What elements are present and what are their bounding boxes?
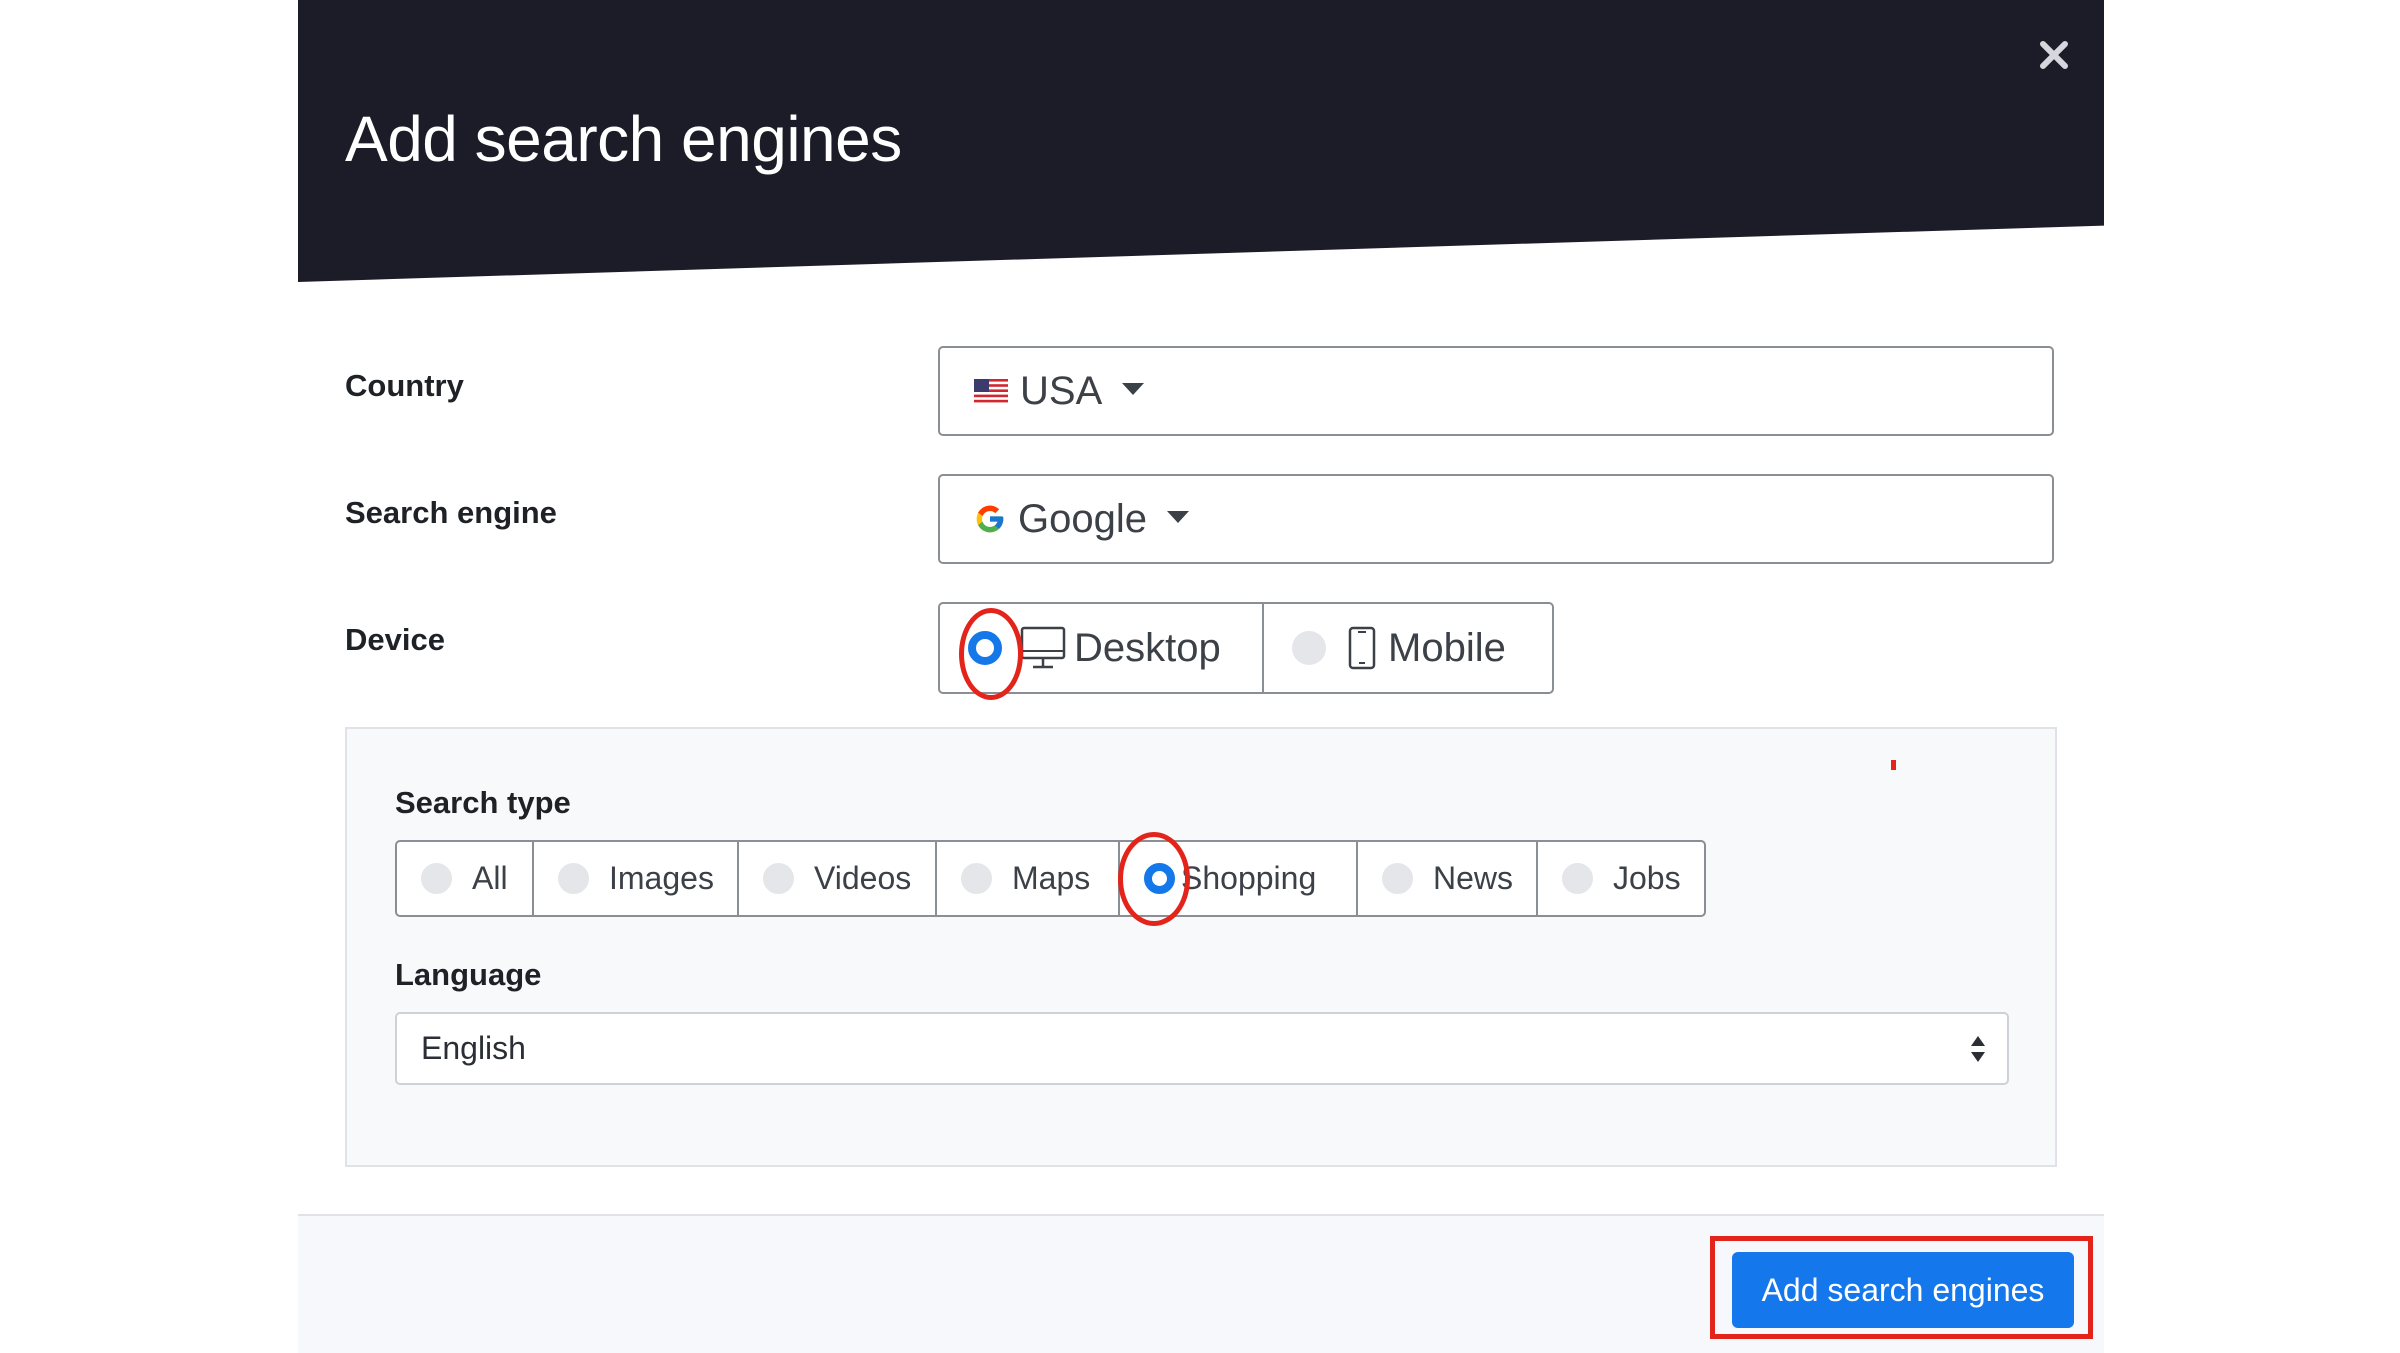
maps-radio[interactable] <box>961 863 992 894</box>
videos-label: Videos <box>814 860 912 896</box>
language-select[interactable]: English <box>395 1012 2009 1085</box>
search-type-shopping[interactable]: Shopping <box>1118 842 1356 915</box>
jobs-radio[interactable] <box>1562 863 1593 894</box>
search-type-label: Search type <box>395 785 571 820</box>
google-logo-icon <box>976 505 1004 533</box>
chevron-down-icon <box>1166 511 1189 523</box>
device-option-desktop[interactable]: Desktop <box>940 604 1262 692</box>
modal-footer: Add search engines <box>298 1214 2104 1353</box>
all-label: All <box>472 860 508 896</box>
chevron-down-icon <box>1122 383 1145 395</box>
shopping-label: Shopping <box>1181 860 1317 896</box>
shopping-radio[interactable] <box>1144 863 1175 894</box>
modal-title: Add search engines <box>345 103 902 175</box>
desktop-label: Desktop <box>1074 625 1221 670</box>
desktop-radio[interactable] <box>968 631 1002 665</box>
search-type-videos[interactable]: Videos <box>737 842 935 915</box>
us-flag-icon <box>974 379 1008 403</box>
search-type-images[interactable]: Images <box>532 842 737 915</box>
country-value: USA <box>1020 368 1103 413</box>
search-engine-label: Search engine <box>345 495 557 530</box>
add-search-engines-button[interactable]: Add search engines <box>1732 1252 2074 1328</box>
search-engine-select[interactable]: Google <box>938 474 2054 564</box>
device-label: Device <box>345 622 445 657</box>
search-type-jobs[interactable]: Jobs <box>1536 842 1704 915</box>
news-radio[interactable] <box>1382 863 1413 894</box>
device-option-mobile[interactable]: Mobile <box>1262 604 1552 692</box>
close-button[interactable] <box>2033 34 2075 76</box>
close-icon <box>2040 41 2068 69</box>
country-label: Country <box>345 368 464 403</box>
search-type-radio-group: All Images Videos Maps Shopping News Job… <box>395 840 1706 917</box>
maps-label: Maps <box>1012 860 1091 896</box>
select-updown-icon <box>1971 1036 1985 1062</box>
search-engine-value: Google <box>1018 496 1147 541</box>
mobile-phone-icon <box>1348 626 1376 670</box>
search-options-panel: Search type All Images Videos Maps Shopp… <box>345 727 2057 1167</box>
jobs-label: Jobs <box>1613 860 1681 896</box>
search-type-news[interactable]: News <box>1356 842 1536 915</box>
annotation-mark <box>1891 760 1896 770</box>
images-label: Images <box>609 860 714 896</box>
desktop-monitor-icon <box>1020 626 1066 669</box>
videos-radio[interactable] <box>763 863 794 894</box>
add-search-engines-modal: Add search engines Country USA Search en… <box>298 0 2104 1353</box>
images-radio[interactable] <box>558 863 589 894</box>
device-radio-group: Desktop Mobile <box>938 602 1554 694</box>
language-label: Language <box>395 957 542 992</box>
search-type-all[interactable]: All <box>397 842 532 915</box>
search-type-maps[interactable]: Maps <box>935 842 1118 915</box>
country-select[interactable]: USA <box>938 346 2054 436</box>
mobile-radio[interactable] <box>1292 631 1326 665</box>
all-radio[interactable] <box>421 863 452 894</box>
language-value: English <box>421 1030 526 1066</box>
news-label: News <box>1433 860 1514 896</box>
mobile-label: Mobile <box>1388 625 1506 670</box>
